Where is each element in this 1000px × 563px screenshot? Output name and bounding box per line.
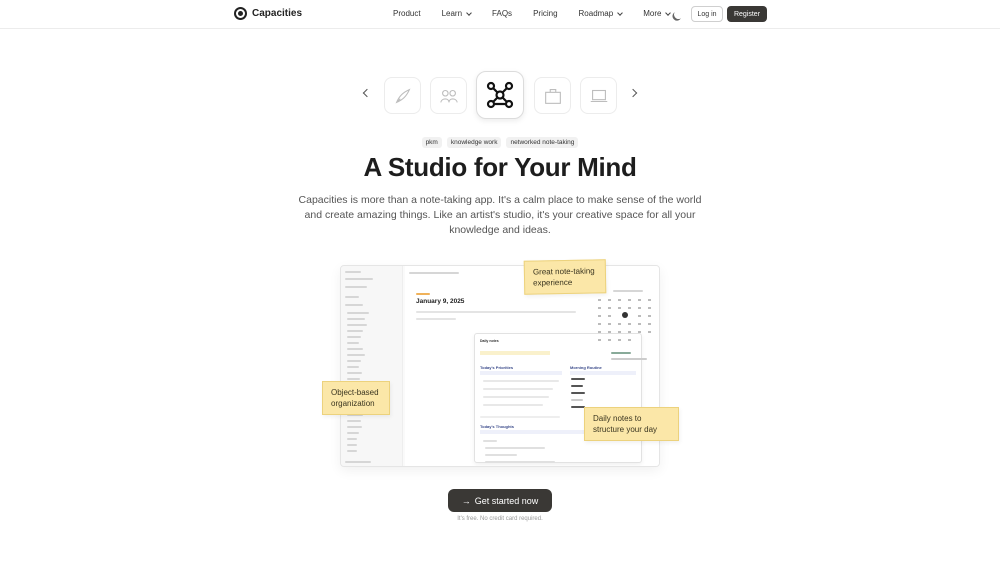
chevron-down-icon — [665, 9, 672, 16]
carousel-tile-network[interactable] — [476, 71, 524, 119]
hero-subtitle: Capacities is more than a note-taking ap… — [298, 194, 702, 236]
carousel-next-arrow-icon[interactable] — [628, 88, 638, 98]
sticky-note-great-notes: Great note-taking experience — [523, 259, 607, 295]
nav-more-label: More — [643, 9, 662, 18]
nav-faqs[interactable]: FAQs — [492, 9, 512, 18]
nav-product[interactable]: Product — [393, 9, 421, 18]
carousel-tile-briefcase[interactable] — [534, 77, 571, 114]
calendar-selected-day — [622, 312, 628, 318]
network-icon — [486, 81, 514, 109]
laptop-icon — [590, 89, 607, 102]
hero-title: A Studio for Your Mind — [363, 152, 637, 182]
sticky-note-object-based: Object-based organization — [322, 381, 390, 415]
carousel-tile-team[interactable] — [430, 77, 467, 114]
login-button[interactable]: Log in — [691, 6, 723, 22]
cta-note: It's free. No credit card required. — [457, 516, 543, 522]
tag: pkm — [421, 137, 442, 148]
preview-card-title: Daily notes — [480, 339, 499, 343]
chevron-down-icon — [466, 9, 472, 16]
tag-list: pkm knowledge work networked note-taking — [0, 137, 1000, 148]
nav-learn-label: Learn — [441, 9, 463, 18]
carousel-tile-rocket[interactable] — [384, 77, 421, 114]
nav-pricing-label: Pricing — [533, 9, 558, 18]
nav-product-label: Product — [393, 9, 421, 18]
brand-name: Capacities — [252, 8, 303, 19]
capacities-logo-icon — [234, 7, 247, 20]
team-icon — [439, 89, 458, 103]
nav-pricing[interactable]: Pricing — [533, 9, 557, 18]
rocket-icon — [395, 88, 410, 103]
nav-learn[interactable]: Learn — [441, 9, 472, 18]
nav-faqs-label: FAQs — [492, 9, 513, 18]
nav-roadmap-label: Roadmap — [578, 9, 614, 18]
top-nav: Capacities Product Learn FAQs Pricing Ro… — [0, 0, 1000, 29]
preview-section-thoughts: Today's Thoughts — [480, 424, 514, 429]
get-started-label: Get started now — [474, 495, 539, 506]
arrow-right-icon: → — [461, 495, 471, 506]
preview-section-priorities: Today's Priorities — [480, 365, 514, 370]
sticky-note-daily-notes: Daily notes to structure your day — [584, 407, 679, 441]
register-button[interactable]: Register — [727, 6, 767, 22]
preview-date: January 9, 2025 — [416, 298, 465, 305]
tag: networked note-taking — [506, 137, 579, 148]
nav-links: Product Learn FAQs Pricing Roadmap More — [393, 9, 691, 18]
nav-more[interactable]: More — [643, 9, 672, 18]
tag: knowledge work — [446, 137, 502, 148]
preview-section-morning: Morning Routine — [570, 365, 602, 370]
briefcase-icon — [544, 88, 561, 104]
nav-roadmap[interactable]: Roadmap — [578, 9, 624, 18]
chevron-down-icon — [617, 9, 624, 16]
brand[interactable]: Capacities — [234, 7, 302, 20]
preview-sidebar — [341, 266, 403, 466]
carousel-prev-arrow-icon[interactable] — [362, 88, 372, 98]
get-started-button[interactable]: → Get started now — [448, 489, 552, 512]
carousel-tile-laptop[interactable] — [580, 77, 617, 114]
